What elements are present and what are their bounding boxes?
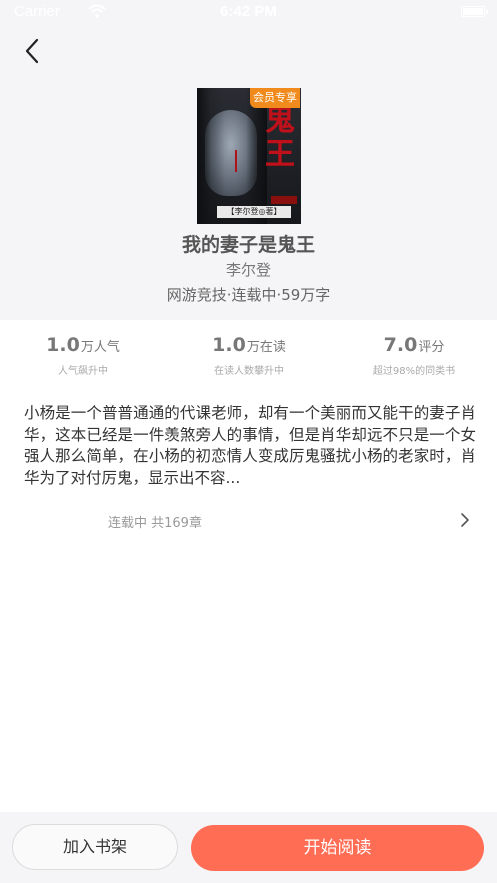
battery-icon bbox=[461, 6, 488, 17]
cover-author-strip: 【李尔登◎著】 bbox=[217, 206, 291, 218]
stat-value: 7.0 bbox=[383, 334, 418, 356]
book-title: 我的妻子是鬼王 bbox=[181, 234, 315, 256]
chapter-count: 连载中 共169章 bbox=[108, 516, 202, 531]
book-meta: 网游竞技·连载中·59万字 bbox=[166, 286, 331, 304]
stat-caption: 在读人数攀升中 bbox=[214, 366, 284, 377]
add-to-shelf-button[interactable]: 加入书架 bbox=[12, 824, 178, 870]
book-cover[interactable]: 鬼王 【李尔登◎著】 bbox=[197, 88, 301, 224]
stat-value: 1.0 bbox=[212, 334, 246, 356]
chevron-right-icon bbox=[461, 513, 469, 527]
stat-unit: 万在读 bbox=[246, 340, 286, 355]
cover-title-art: 鬼王 bbox=[265, 103, 295, 172]
stat-caption: 超过98%的同类书 bbox=[372, 366, 456, 377]
bottom-action-bar: 加入书架 开始阅读 bbox=[0, 812, 497, 883]
chevron-left-icon bbox=[25, 38, 39, 64]
vip-badge: 会员专享 bbox=[250, 88, 300, 108]
cover-shadow-art bbox=[197, 88, 267, 224]
chapter-list-row[interactable]: 连载中 共169章 bbox=[0, 506, 497, 536]
cover-blood-art bbox=[235, 150, 237, 172]
start-reading-button[interactable]: 开始阅读 bbox=[191, 825, 484, 871]
stat-value: 1.0 bbox=[46, 334, 80, 356]
book-author: 李尔登 bbox=[225, 261, 271, 279]
back-button[interactable] bbox=[16, 34, 50, 68]
stat-unit: 评分 bbox=[418, 340, 445, 355]
stat-popularity: 1.0万人气 人气飙升中 bbox=[0, 334, 166, 377]
stat-unit: 万人气 bbox=[80, 340, 120, 355]
stat-readers: 1.0万在读 在读人数攀升中 bbox=[166, 334, 332, 377]
cover-publisher-logo bbox=[271, 196, 297, 204]
stat-rating: 7.0评分 超过98%的同类书 bbox=[331, 334, 497, 377]
stat-caption: 人气飙升中 bbox=[58, 366, 108, 377]
status-bar: Carrier 6:42 PM bbox=[0, 0, 497, 24]
status-time: 6:42 PM bbox=[220, 3, 277, 20]
book-synopsis[interactable]: 小杨是一个普普通通的代课老师，却有一个美丽而又能干的妻子肖华，这本已经是一件羡煞… bbox=[24, 403, 476, 489]
